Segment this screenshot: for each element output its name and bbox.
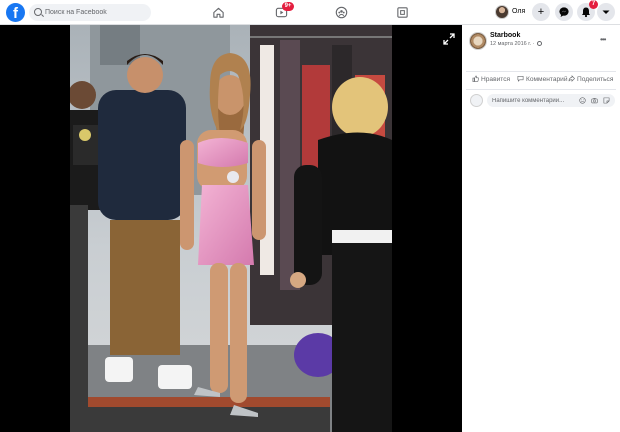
like-label: Нравится xyxy=(481,76,511,83)
sticker-icon[interactable] xyxy=(603,97,610,104)
post-date-separator: · xyxy=(532,41,535,47)
share-icon xyxy=(568,75,575,82)
top-navigation-bar: f 9+ Оля + xyxy=(0,0,620,25)
post-date-text[interactable]: 12 марта 2016 г. xyxy=(490,41,531,47)
share-label: Поделиться xyxy=(577,76,614,83)
watch-tab[interactable]: 9+ xyxy=(275,2,294,19)
more-dots-icon[interactable]: ••• xyxy=(600,35,606,44)
post-date: 12 марта 2016 г. · xyxy=(490,41,543,47)
comment-input[interactable] xyxy=(492,94,572,107)
watch-badge: 9+ xyxy=(282,2,294,11)
share-button[interactable]: Поделиться xyxy=(568,75,613,83)
gaming-icon[interactable] xyxy=(396,6,409,19)
page-name[interactable]: Starbook xyxy=(490,32,520,39)
comment-box[interactable] xyxy=(487,94,615,107)
post-photo xyxy=(70,25,392,432)
photo-viewer xyxy=(0,25,462,432)
divider xyxy=(466,89,616,90)
notifications-button[interactable]: 7 xyxy=(577,0,598,21)
page-avatar[interactable] xyxy=(469,32,487,50)
profile-name: Оля xyxy=(512,8,526,15)
home-icon[interactable] xyxy=(212,6,225,19)
comment-icon xyxy=(517,76,524,82)
groups-icon[interactable] xyxy=(335,6,348,19)
emoji-icon[interactable] xyxy=(579,97,586,104)
search-input[interactable] xyxy=(45,5,145,20)
like-button[interactable]: Нравится xyxy=(472,75,510,83)
divider xyxy=(466,71,616,72)
create-button[interactable]: + xyxy=(532,3,550,21)
messenger-button[interactable] xyxy=(555,3,573,21)
globe-icon xyxy=(537,41,543,46)
search-icon xyxy=(34,8,42,16)
search-bar[interactable] xyxy=(29,4,151,21)
facebook-logo[interactable]: f xyxy=(6,3,25,22)
post-details-panel: Starbook 12 марта 2016 г. · ••• Нравится… xyxy=(462,25,620,432)
account-menu-button[interactable] xyxy=(597,3,615,21)
post-actions: Нравится Комментарий Поделиться xyxy=(470,75,620,87)
camera-icon[interactable] xyxy=(591,97,598,104)
thumbs-up-icon xyxy=(472,75,479,82)
comment-button[interactable]: Комментарий xyxy=(517,75,568,83)
chevron-down-icon xyxy=(602,10,610,14)
avatar xyxy=(495,5,509,19)
photo-illustration xyxy=(70,25,392,432)
comment-label: Комментарий xyxy=(526,76,568,83)
avatar xyxy=(470,94,483,107)
expand-icon[interactable] xyxy=(443,33,455,45)
messenger-icon xyxy=(559,7,569,17)
